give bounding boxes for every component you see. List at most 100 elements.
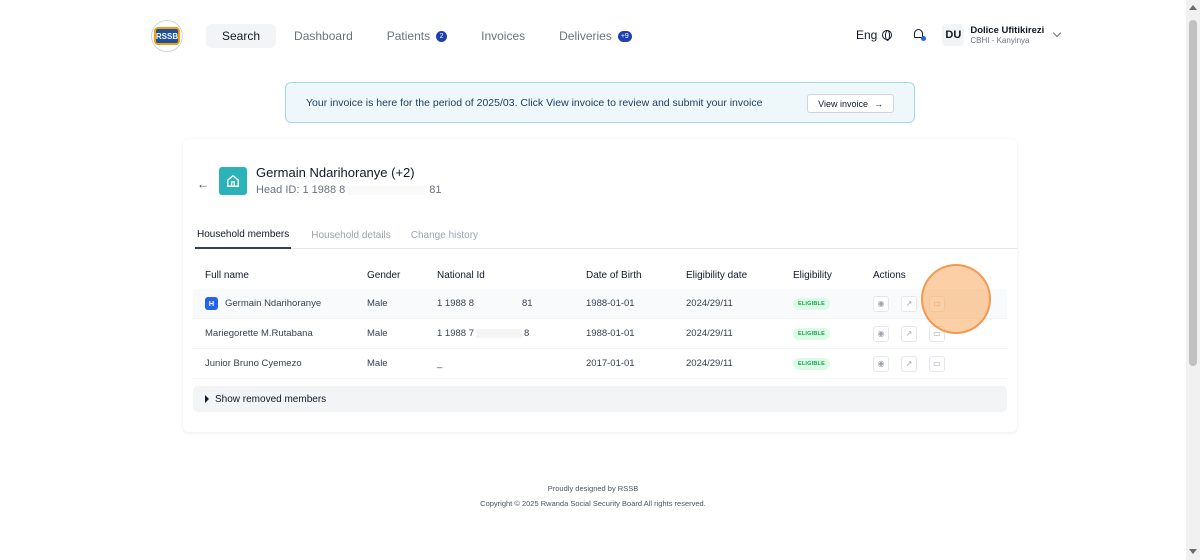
back-arrow-icon[interactable]: ←	[197, 177, 209, 191]
nav-invoices[interactable]: Invoices	[465, 24, 541, 48]
nav-patients[interactable]: Patients 2	[371, 24, 463, 48]
redacted-block	[475, 298, 520, 308]
nav-search[interactable]: Search	[206, 24, 277, 48]
col-eligibility: Eligibility	[793, 269, 832, 281]
dob-cell: 2017-01-01	[586, 358, 635, 369]
page-scrollbar[interactable]	[1186, 0, 1200, 560]
redacted-block	[347, 185, 428, 195]
household-tabs: Household members Household details Chan…	[195, 221, 1017, 249]
eligibility-cell: ELIGIBLE	[793, 327, 873, 340]
household-head-id: Head ID: 1 1988 8 81	[256, 184, 442, 196]
table-header: Full name Gender National Id Date of Bir…	[193, 261, 1007, 289]
nav-dashboard-label: Dashboard	[294, 29, 353, 43]
scroll-down-arrow-icon[interactable]	[1189, 549, 1197, 554]
tab-change-history[interactable]: Change history	[409, 221, 478, 249]
folder-icon[interactable]: ▭	[929, 355, 945, 372]
banner-text: Your invoice is here for the period of 2…	[306, 96, 763, 109]
full-name-cell: Junior Bruno Cyemezo	[193, 358, 367, 369]
deliveries-count-badge: +9	[617, 30, 632, 42]
view-invoice-button[interactable]: View invoice →	[807, 94, 894, 113]
tab-household-details[interactable]: Household details	[309, 221, 391, 249]
main-nav: Search Dashboard Patients 2 Invoices Deli…	[206, 24, 650, 48]
scroll-up-arrow-icon[interactable]	[1189, 5, 1197, 10]
nid-prefix: 1 1988 7	[437, 328, 474, 339]
chevron-down-icon[interactable]	[1053, 28, 1062, 38]
actions-cell: ◉ ↗ ▭	[873, 325, 1007, 342]
caret-right-icon	[205, 395, 209, 403]
top-navigation: RSSB Search Dashboard Patients 2 Invoices…	[0, 0, 1186, 72]
household-head-name: Germain Ndarihoranye (+2)	[256, 165, 415, 180]
head-badge: H	[205, 297, 218, 310]
eye-icon[interactable]: ◉	[873, 355, 889, 372]
folder-icon[interactable]: ▭	[929, 295, 945, 312]
header-right: Eng DU Dolice Ufitikirezi CBHI - Kanyiny…	[856, 24, 1062, 46]
logo-text: RSSB	[154, 27, 180, 45]
arrow-up-right-icon[interactable]: ↗	[901, 325, 917, 342]
view-invoice-label: View invoice	[818, 98, 868, 109]
eligible-badge: ELIGIBLE	[793, 358, 830, 370]
head-id-suffix: 81	[429, 184, 442, 196]
member-name: Junior Bruno Cyemezo	[205, 358, 302, 369]
nav-invoices-label: Invoices	[481, 29, 526, 43]
nav-search-label: Search	[222, 29, 261, 43]
nav-patients-label: Patients	[386, 29, 431, 43]
redacted-block	[475, 328, 522, 338]
eligible-badge: ELIGIBLE	[793, 298, 830, 310]
nav-dashboard[interactable]: Dashboard	[278, 24, 369, 48]
eligibility-cell: ELIGIBLE	[793, 297, 873, 310]
nav-deliveries-label: Deliveries	[559, 29, 612, 43]
eye-icon[interactable]: ◉	[873, 295, 889, 312]
gender-cell: Male	[367, 358, 388, 369]
eligible-badge: ELIGIBLE	[793, 328, 830, 340]
nid-prefix: 1 1988 8	[437, 298, 474, 309]
national-id-cell: 1 1988 8 81	[437, 298, 586, 309]
show-removed-members-toggle[interactable]: Show removed members	[193, 386, 1007, 412]
nid-suffix: 8	[523, 328, 530, 339]
eligibility-cell: ELIGIBLE	[793, 357, 873, 370]
arrow-up-right-icon[interactable]: ↗	[901, 355, 917, 372]
invoice-banner: Your invoice is here for the period of 2…	[285, 82, 915, 123]
arrow-up-right-icon[interactable]: ↗	[901, 295, 917, 312]
national-id-cell: 1 1988 7 8	[437, 328, 586, 339]
col-dob: Date of Birth	[586, 269, 642, 281]
eye-icon[interactable]: ◉	[873, 325, 889, 342]
gender-cell: Male	[367, 328, 388, 339]
actions-cell: ◉ ↗ ▭	[873, 295, 1007, 312]
show-removed-members-label: Show removed members	[215, 393, 327, 405]
nav-deliveries[interactable]: Deliveries +9	[543, 24, 648, 48]
table-row[interactable]: Mariegorette M.Rutabana Male 1 1988 7 8 1…	[193, 319, 1007, 349]
eligibility-date-cell: 2024/29/11	[686, 328, 733, 339]
national-id-cell: _	[437, 358, 443, 369]
scrollbar-thumb[interactable]	[1189, 20, 1197, 366]
col-national-id: National Id	[437, 269, 485, 281]
col-eligibility-date: Eligibility date	[686, 269, 748, 281]
tab-household-members[interactable]: Household members	[195, 221, 292, 249]
rssb-logo[interactable]: RSSB	[151, 20, 183, 52]
house-icon	[219, 167, 247, 195]
avatar[interactable]: DU	[942, 24, 965, 46]
table-row[interactable]: H Germain Ndarihoranye Male 1 1988 8 81 19…	[193, 289, 1007, 319]
household-card: ← Germain Ndarihoranye (+2) Head ID: 1 1…	[183, 139, 1017, 432]
member-name: Mariegorette M.Rutabana	[205, 328, 313, 339]
footer-copyright: Copyright © 2025 Rwanda Social Security …	[480, 499, 706, 508]
actions-cell: ◉ ↗ ▭	[873, 355, 1007, 372]
language-label: Eng	[856, 28, 878, 42]
eligibility-date-cell: 2024/29/11	[686, 358, 733, 369]
user-info[interactable]: Dolice Ufitikirezi CBHI - Kanyinya	[970, 25, 1044, 45]
member-name: Germain Ndarihoranye	[225, 298, 322, 309]
notification-bell-icon[interactable]	[912, 28, 927, 42]
full-name-cell: H Germain Ndarihoranye	[193, 297, 367, 310]
gender-cell: Male	[367, 298, 388, 309]
arrow-right-icon: →	[874, 98, 883, 109]
dob-cell: 1988-01-01	[586, 328, 635, 339]
globe-icon	[882, 30, 893, 41]
col-full-name: Full name	[205, 269, 249, 281]
table-row[interactable]: Junior Bruno Cyemezo Male _ 2017-01-01 2…	[193, 349, 1007, 379]
folder-icon[interactable]: ▭	[929, 325, 945, 342]
dob-cell: 1988-01-01	[586, 298, 635, 309]
col-actions: Actions	[873, 269, 906, 281]
members-table: Full name Gender National Id Date of Bir…	[193, 261, 1007, 379]
user-name: Dolice Ufitikirezi	[970, 25, 1045, 36]
language-selector[interactable]: Eng	[856, 28, 893, 42]
footer-credit: Proudly designed by RSSB	[547, 484, 639, 493]
